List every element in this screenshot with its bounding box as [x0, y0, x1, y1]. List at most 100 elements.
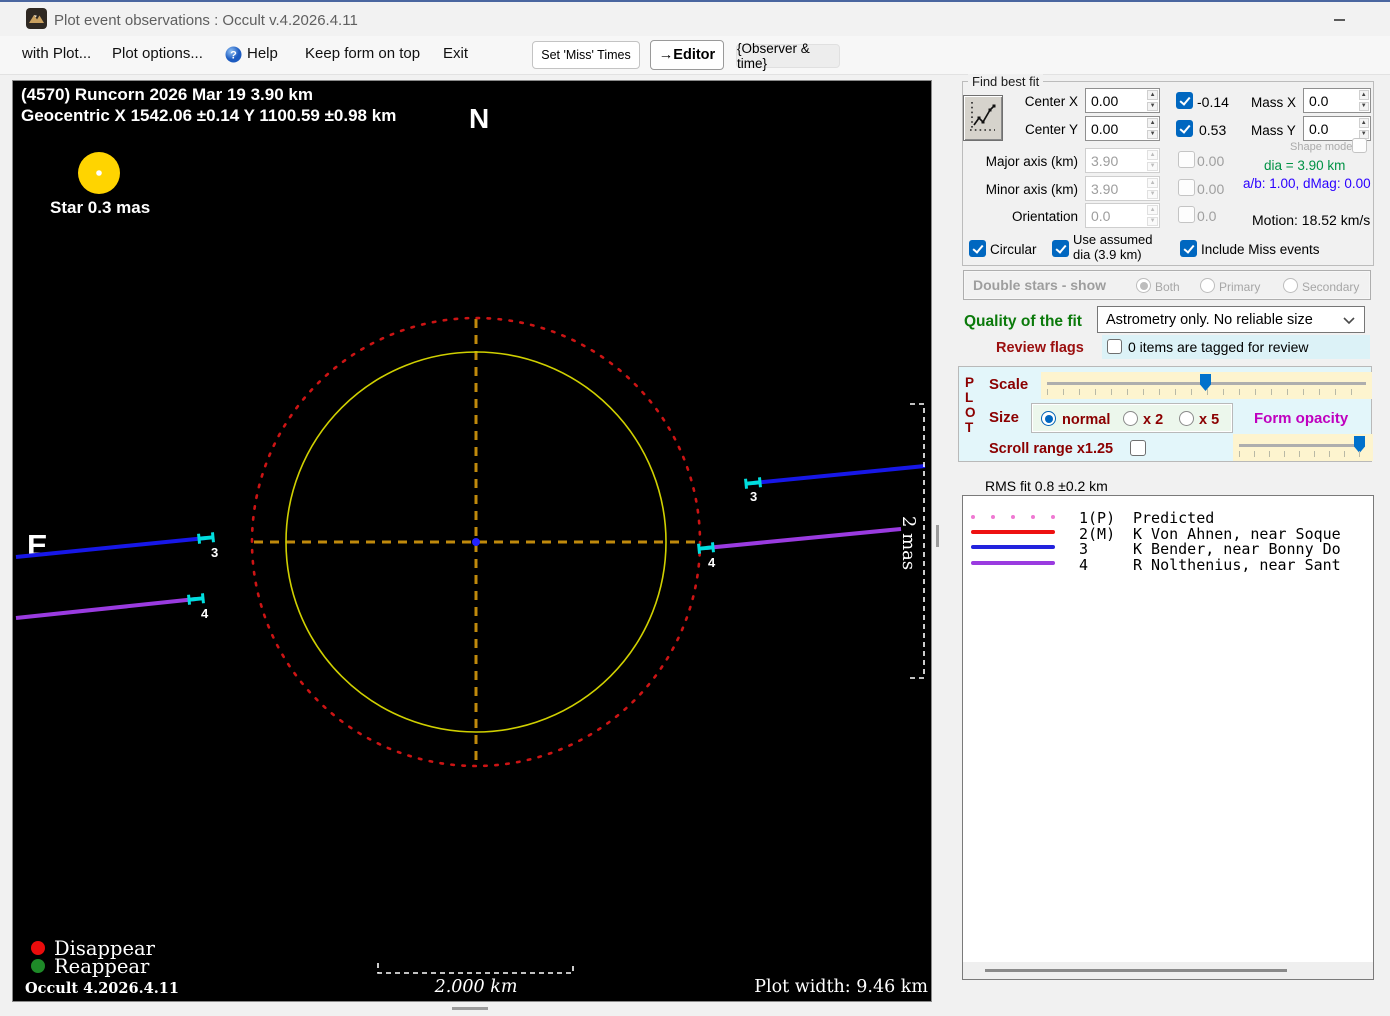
- chord-4-west-marker[interactable]: [186, 591, 206, 607]
- observer-list[interactable]: 1(P) Predicted 2(M) K Von Ahnen, near Soqu…: [962, 495, 1374, 980]
- major-axis-label: Major axis (km): [985, 154, 1078, 169]
- size-label: Size: [989, 409, 1020, 426]
- mass-x-spinner[interactable]: ▲▼: [1303, 88, 1371, 113]
- mass-x-input[interactable]: [1304, 89, 1358, 112]
- size-radio-group: normal x 2 x 5: [1031, 403, 1233, 433]
- spin-up-icon: ▲: [1147, 150, 1158, 160]
- list-item[interactable]: 3K Bender, near Bonny Do: [963, 540, 1373, 558]
- minor-axis-input[interactable]: [1086, 177, 1147, 200]
- major-axis-input[interactable]: [1086, 149, 1147, 172]
- title-bar[interactable]: Plot event observations : Occult v.4.202…: [0, 2, 1390, 36]
- spin-down-icon[interactable]: ▼: [1147, 129, 1158, 139]
- review-flags-checkbox[interactable]: [1107, 339, 1122, 354]
- quality-dropdown[interactable]: Astrometry only. No reliable size: [1097, 306, 1365, 333]
- circular-checkbox[interactable]: [969, 240, 986, 257]
- fit-minor-axis-checkbox[interactable]: [1178, 179, 1195, 196]
- spin-up-icon[interactable]: ▲: [1358, 90, 1369, 100]
- menu-plot-options[interactable]: Plot options...: [112, 45, 203, 62]
- center-y-input[interactable]: [1086, 117, 1147, 140]
- scale-label: Scale: [989, 376, 1029, 393]
- fit-center-x-checkbox[interactable]: [1176, 92, 1193, 109]
- editor-button[interactable]: →Editor: [650, 40, 724, 70]
- chord-swatch: [971, 529, 1055, 534]
- observer-name: R Nolthenius, near Sant: [1133, 555, 1341, 574]
- window-title: Plot event observations : Occult v.4.202…: [54, 12, 358, 29]
- center-x-spinner[interactable]: ▲▼: [1085, 88, 1160, 113]
- double-stars-secondary-radio[interactable]: [1283, 278, 1298, 293]
- list-item[interactable]: 2(M) K Von Ahnen, near Soque: [963, 525, 1373, 543]
- reappear-label: Reappear: [54, 955, 150, 978]
- center-y-fitted: 0.53: [1199, 122, 1227, 138]
- chord-3-east-marker[interactable]: [743, 475, 763, 491]
- menu-exit[interactable]: Exit: [443, 45, 468, 62]
- east-label: E: [27, 528, 48, 563]
- chord-4-east[interactable]: [705, 527, 902, 550]
- circular-label: Circular: [990, 242, 1037, 257]
- chord-3-west-label: 3: [211, 545, 218, 560]
- north-label: N: [469, 103, 489, 134]
- minor-axis-label: Minor axis (km): [985, 182, 1078, 197]
- spin-down-icon: ▼: [1147, 216, 1158, 226]
- find-best-fit-label: Find best fit: [968, 74, 1044, 89]
- size-x5-radio[interactable]: [1179, 411, 1194, 426]
- scroll-range-label: Scroll range x1.25: [989, 441, 1114, 457]
- scroll-range-checkbox[interactable]: [1130, 440, 1146, 456]
- orientation-spinner[interactable]: ▲▼: [1085, 203, 1160, 228]
- observer-id: 4: [1079, 555, 1089, 574]
- center-x-input[interactable]: [1086, 89, 1147, 112]
- fit-major-axis-checkbox[interactable]: [1178, 151, 1195, 168]
- dia-readout: dia = 3.90 km: [1264, 158, 1346, 173]
- observer-list-hscrollbar[interactable]: [963, 962, 1373, 979]
- observer-time-label: {Observer & time}: [736, 41, 840, 71]
- orientation-input[interactable]: [1086, 204, 1147, 227]
- list-item[interactable]: 1(P) Predicted: [963, 509, 1373, 527]
- use-assumed-checkbox[interactable]: [1052, 240, 1069, 257]
- chord-3-east[interactable]: [752, 464, 926, 485]
- star-center-dot: [96, 170, 102, 176]
- chart-icon: [970, 102, 996, 131]
- chord-4-west-label: 4: [201, 606, 209, 621]
- plot-horizontal-scrollbar[interactable]: [452, 1007, 488, 1010]
- size-normal-radio[interactable]: [1041, 411, 1056, 426]
- minor-axis-spinner[interactable]: ▲▼: [1085, 176, 1160, 201]
- review-flags-box: 0 items are tagged for review: [1102, 335, 1370, 359]
- double-stars-primary-label: Primary: [1219, 280, 1261, 294]
- form-opacity-label: Form opacity: [1254, 410, 1349, 427]
- chord-4-west[interactable]: [15, 597, 197, 620]
- review-flags-text: 0 items are tagged for review: [1128, 339, 1309, 355]
- mas-scale-label: 2 mas: [898, 516, 919, 570]
- center-y-spinner[interactable]: ▲▼: [1085, 116, 1160, 141]
- shape-model-checkbox[interactable]: [1352, 138, 1367, 153]
- best-fit-chart-button[interactable]: [963, 95, 1003, 141]
- help-icon[interactable]: ?: [225, 46, 242, 63]
- list-item[interactable]: 4 R Nolthenius, near Sant: [963, 555, 1373, 574]
- set-miss-times-button[interactable]: Set 'Miss' Times: [532, 41, 640, 69]
- menu-with-plot[interactable]: with Plot...: [22, 45, 91, 62]
- double-stars-primary-radio[interactable]: [1200, 278, 1215, 293]
- form-opacity-slider[interactable]: [1233, 434, 1373, 461]
- mass-y-label: Mass Y: [1251, 123, 1296, 138]
- major-axis-spinner[interactable]: ▲▼: [1085, 148, 1160, 173]
- scale-slider[interactable]: [1041, 372, 1372, 399]
- chord-3-west-marker[interactable]: [196, 530, 216, 546]
- spin-down-icon[interactable]: ▼: [1358, 101, 1369, 111]
- scrollbar-thumb[interactable]: [985, 969, 1287, 972]
- plot-vertical-scrollbar[interactable]: [936, 525, 939, 547]
- plot-letter-l: L: [965, 390, 974, 405]
- orientation-fitted: 0.0: [1197, 208, 1217, 224]
- fit-center-y-checkbox[interactable]: [1176, 120, 1193, 137]
- double-stars-both-radio[interactable]: [1136, 278, 1151, 293]
- menu-help[interactable]: Help: [247, 45, 278, 62]
- size-x2-radio[interactable]: [1123, 411, 1138, 426]
- plot-canvas[interactable]: (4570) Runcorn 2026 Mar 19 3.90 km Geoce…: [12, 80, 932, 1002]
- spin-up-icon[interactable]: ▲: [1147, 90, 1158, 100]
- mass-y-input[interactable]: [1304, 117, 1358, 140]
- spin-up-icon[interactable]: ▲: [1147, 118, 1158, 128]
- spin-up-icon[interactable]: ▲: [1358, 118, 1369, 128]
- spin-down-icon[interactable]: ▼: [1147, 101, 1158, 111]
- minimize-button[interactable]: [1322, 8, 1356, 32]
- menu-keep-on-top[interactable]: Keep form on top: [305, 45, 420, 62]
- fit-orientation-checkbox[interactable]: [1178, 206, 1195, 223]
- include-miss-checkbox[interactable]: [1180, 240, 1197, 257]
- spin-up-icon: ▲: [1147, 178, 1158, 188]
